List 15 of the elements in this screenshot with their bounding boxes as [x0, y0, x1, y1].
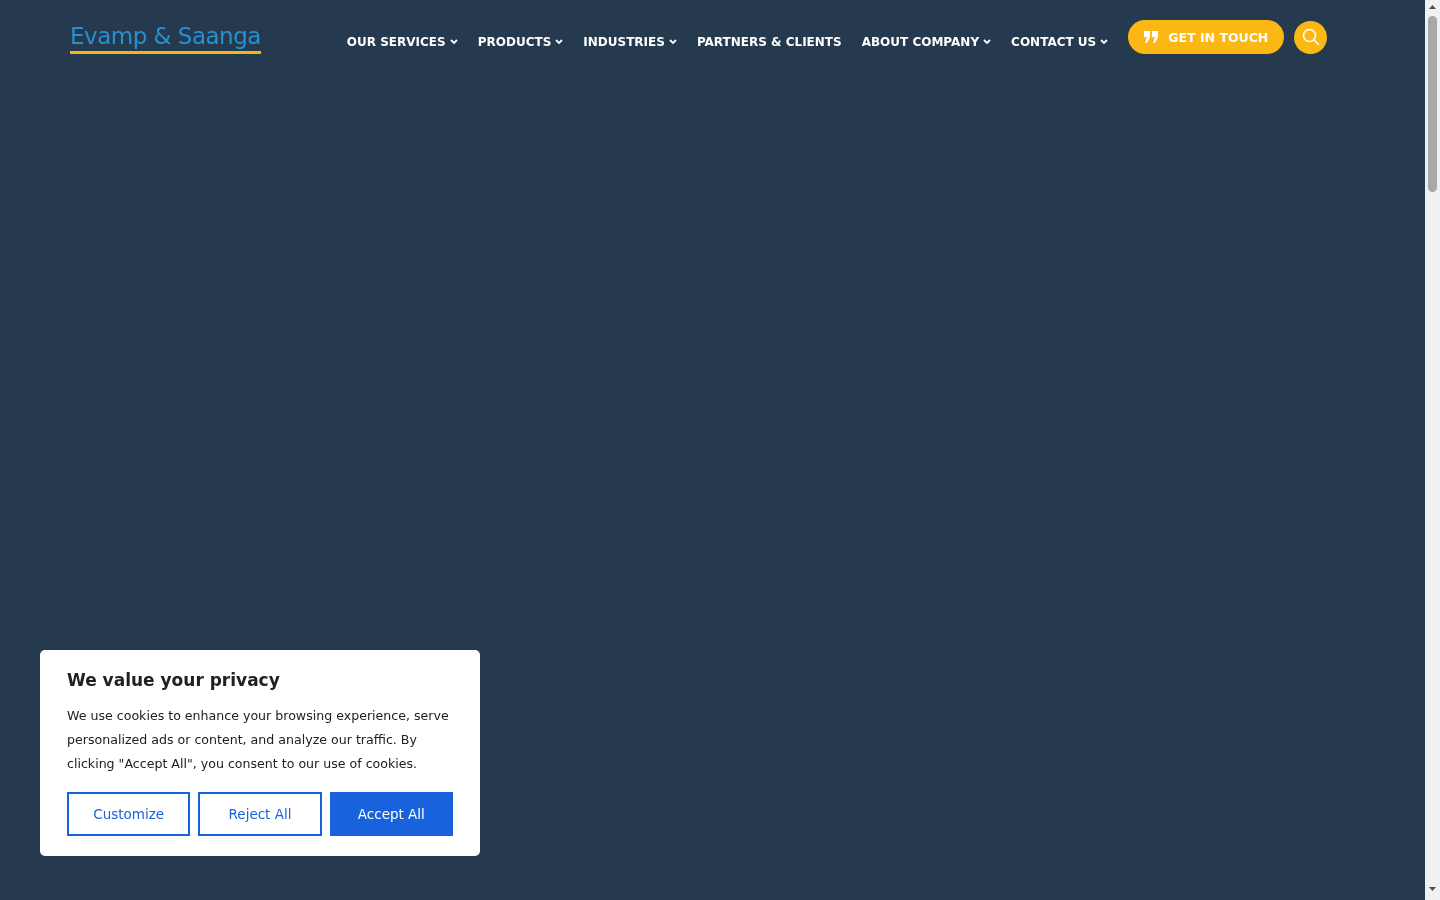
scrollbar[interactable]: [1425, 0, 1440, 900]
nav-link[interactable]: CONTACT US: [1011, 35, 1109, 49]
nav-link[interactable]: ABOUT COMPANY: [861, 35, 992, 49]
search-button[interactable]: [1294, 20, 1328, 54]
nav-link[interactable]: PARTNERS & CLIENTS: [696, 35, 842, 49]
cookie-option-button[interactable]: Reject All: [198, 792, 322, 836]
nav-link[interactable]: INDUSTRIES: [583, 35, 677, 49]
cookie-option-button[interactable]: Customize: [67, 792, 191, 836]
accept-button[interactable]: Accept All: [329, 792, 453, 836]
banner-title: We value your privacy: [67, 670, 281, 690]
nav-link[interactable]: PRODUCTS: [477, 35, 564, 49]
nav-link[interactable]: OUR SERVICES: [346, 35, 458, 49]
banner-text: We use cookies to enhance your browsing experience, serve personalized ads or content, and analyze our traffic. By clicking "Accept All", you consent to our use of cookies.: [67, 707, 450, 773]
quote-icon: [1144, 31, 1159, 43]
search-icon: [1301, 28, 1320, 46]
